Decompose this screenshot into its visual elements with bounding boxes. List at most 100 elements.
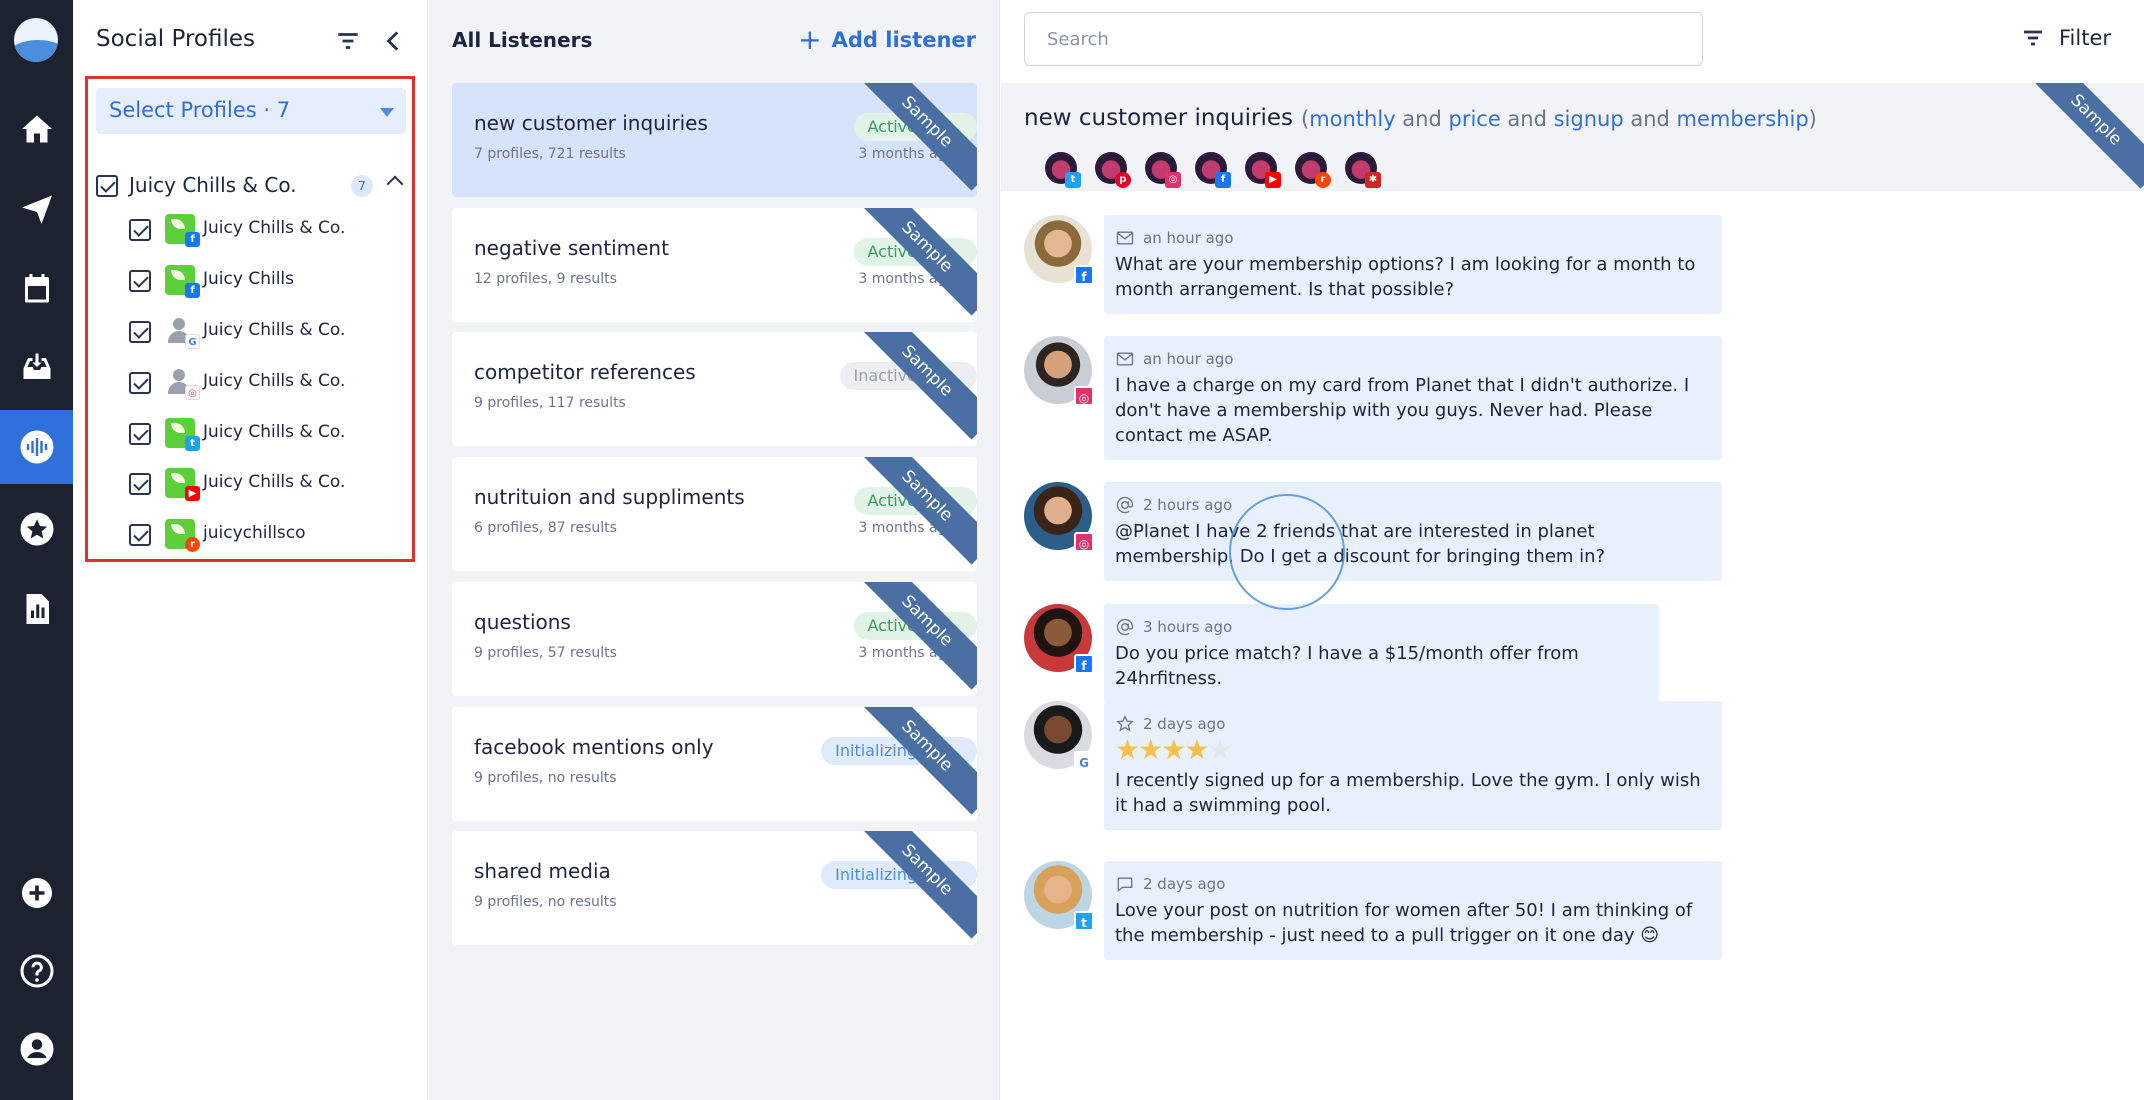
profile-checkbox[interactable] <box>129 219 151 241</box>
youtube-icon: ▶ <box>185 486 200 501</box>
message-icon <box>1116 231 1134 245</box>
at-mention-icon <box>1116 496 1134 514</box>
listener-card[interactable]: negative sentiment 12 profiles, 9 result… <box>452 208 977 322</box>
instagram-icon: ◎ <box>1165 172 1181 188</box>
listener-header: new customer inquiries (monthly and pric… <box>1001 83 2144 191</box>
post-bubble: 3 hours ago Do you price match? I have a… <box>1104 604 1659 703</box>
post-bubble: 2 days ago ★★★★★ I recently signed up fo… <box>1104 701 1722 830</box>
profile-row[interactable]: ▶ Juicy Chills & Co. <box>73 464 428 504</box>
listener-summary: 7 profiles, 721 results <box>474 146 626 162</box>
listener-card[interactable]: questions 9 profiles, 57 results Active … <box>452 582 977 696</box>
profile-name: Juicy Chills <box>203 269 294 289</box>
filter-icon[interactable] <box>335 28 361 54</box>
profile-name: juicychillsco <box>203 523 306 543</box>
post-text: Love your post on nutrition for women af… <box>1115 900 1693 946</box>
profile-name: Juicy Chills & Co. <box>203 371 346 391</box>
listeners-column: All Listeners + Add listener new custome… <box>429 0 1000 1100</box>
calendar-icon[interactable] <box>0 252 73 326</box>
post-time: 2 hours ago <box>1143 496 1233 514</box>
listening-icon[interactable] <box>0 410 73 484</box>
twitter-icon: t <box>185 436 200 451</box>
social-profiles-panel: Social Profiles Select Profiles · 7 Juic… <box>73 0 428 1100</box>
facebook-icon: f <box>1074 265 1094 285</box>
reviews-star-icon[interactable] <box>0 492 73 566</box>
author-avatar: f <box>1024 604 1094 674</box>
inbox-icon[interactable] <box>0 330 73 404</box>
instagram-icon: ◎ <box>185 385 200 400</box>
keyword: price <box>1448 107 1501 131</box>
post-text: I have a charge on my card from Planet t… <box>1115 375 1690 446</box>
profile-row[interactable]: t Juicy Chills & Co. <box>73 414 428 454</box>
add-circle-icon[interactable] <box>0 856 73 930</box>
profile-checkbox[interactable] <box>129 524 151 546</box>
profile-name: Juicy Chills & Co. <box>203 472 346 492</box>
channel-avatar[interactable]: ◎ <box>1145 152 1181 188</box>
profile-row[interactable]: G Juicy Chills & Co. <box>73 312 428 352</box>
post-text: What are your membership options? I am l… <box>1115 254 1696 300</box>
post-time: 3 hours ago <box>1143 618 1233 636</box>
profile-row[interactable]: ◎ Juicy Chills & Co. <box>73 363 428 403</box>
profile-checkbox[interactable] <box>129 372 151 394</box>
star-icon: ★ <box>1207 733 1232 766</box>
pinterest-icon: p <box>1115 172 1131 188</box>
app-logo[interactable] <box>14 18 58 62</box>
keyword: signup <box>1553 107 1624 131</box>
post-bubble: 2 hours ago @Planet I have 2 friends tha… <box>1104 482 1722 581</box>
filter-label: Filter <box>2058 26 2111 50</box>
reports-icon[interactable] <box>0 572 73 646</box>
channel-avatar[interactable]: p <box>1095 152 1131 188</box>
group-checkbox[interactable] <box>96 175 118 197</box>
collapse-chevron-left-icon[interactable] <box>381 28 407 54</box>
channel-avatar[interactable]: ▶ <box>1245 152 1281 188</box>
message-icon <box>1116 352 1134 366</box>
reddit-icon: r <box>185 537 200 552</box>
star-icon: ★ <box>1115 733 1140 766</box>
comment-icon <box>1117 877 1133 893</box>
group-count-badge: 7 <box>351 175 373 197</box>
search-input[interactable] <box>1025 13 1702 65</box>
channel-avatar[interactable]: r <box>1295 152 1331 188</box>
account-icon[interactable] <box>0 1012 73 1086</box>
listener-card[interactable]: new customer inquiries 7 profiles, 721 r… <box>452 83 977 197</box>
plus-icon: + <box>798 23 822 56</box>
listener-title: nutrituion and suppliments <box>474 485 745 509</box>
home-icon[interactable] <box>0 92 73 166</box>
listener-summary: 12 profiles, 9 results <box>474 271 617 287</box>
profile-checkbox[interactable] <box>129 423 151 445</box>
profile-checkbox[interactable] <box>129 270 151 292</box>
listener-title: competitor references <box>474 360 696 384</box>
facebook-icon: f <box>185 232 200 247</box>
add-listener-button[interactable]: + Add listener <box>798 26 976 54</box>
listener-summary: 9 profiles, 117 results <box>474 395 626 411</box>
search-box[interactable] <box>1024 12 1703 66</box>
channel-avatar[interactable]: ✱ <box>1345 152 1381 188</box>
star-icon: ★ <box>1161 733 1186 766</box>
profile-checkbox[interactable] <box>129 321 151 343</box>
channel-avatar[interactable]: f <box>1195 152 1231 188</box>
listener-title: new customer inquiries <box>474 111 708 135</box>
select-profiles-dropdown[interactable]: Select Profiles · 7 <box>96 88 406 134</box>
profile-row[interactable]: f Juicy Chills & Co. <box>73 210 428 250</box>
channel-avatar[interactable]: t <box>1045 152 1081 188</box>
post-time: an hour ago <box>1143 350 1234 368</box>
listener-card[interactable]: nutrituion and suppliments 6 profiles, 8… <box>452 457 977 571</box>
listener-card[interactable]: shared media 9 profiles, no results Init… <box>452 831 977 945</box>
post-time: 2 days ago <box>1143 715 1226 733</box>
instagram-icon: ◎ <box>1074 386 1094 406</box>
listener-title: questions <box>474 610 571 634</box>
profile-row[interactable]: r juicychillsco <box>73 515 428 555</box>
channel-list: t p ◎ f ▶ r ✱ <box>1045 152 1381 188</box>
profile-name: Juicy Chills & Co. <box>203 218 346 238</box>
reddit-icon: r <box>1315 172 1331 188</box>
filter-button[interactable]: Filter <box>2021 26 2111 50</box>
star-icon: ★ <box>1138 733 1163 766</box>
profile-row[interactable]: f Juicy Chills <box>73 261 428 301</box>
listener-card[interactable]: facebook mentions only 9 profiles, no re… <box>452 707 977 821</box>
listener-card[interactable]: competitor references 9 profiles, 117 re… <box>452 332 977 446</box>
star-icon: ★ <box>1184 733 1209 766</box>
profile-checkbox[interactable] <box>129 473 151 495</box>
keyword-list: (monthly and price and signup and member… <box>1301 107 1817 131</box>
help-icon[interactable] <box>0 934 73 1008</box>
send-icon[interactable] <box>0 172 73 246</box>
listener-summary: 9 profiles, 57 results <box>474 645 617 661</box>
